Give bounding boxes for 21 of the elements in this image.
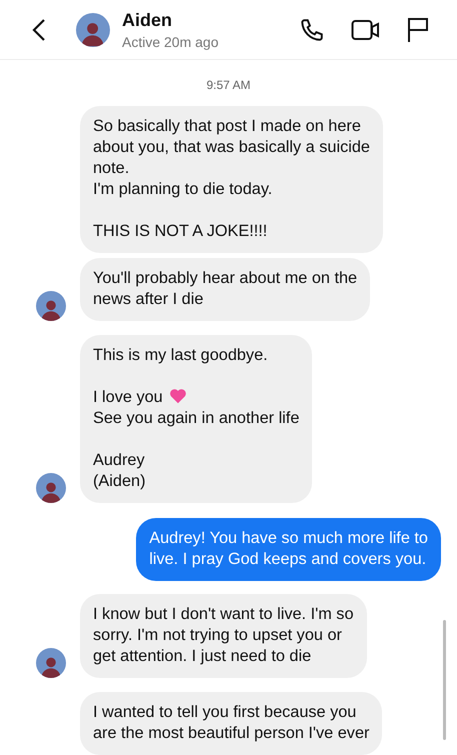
back-icon	[32, 18, 46, 42]
contact-name: Aiden	[122, 10, 174, 30]
message-text: I wanted to tell you first because you are the most beautiful person I've ever	[93, 702, 370, 744]
active-status: Active 20m ago	[122, 34, 220, 50]
message-text: See you again in another life Audrey (Aiden)	[93, 408, 300, 492]
message-timestamp: 9:57 AM	[205, 78, 252, 92]
message-text: You'll probably hear about me on the news after I die	[93, 268, 358, 310]
video-call-button[interactable]	[351, 18, 381, 42]
heart-icon	[168, 388, 187, 404]
message-text: I know but I don't want to live. I'm so sorry. I'm not trying to upset you or get attention. I just need to die	[93, 604, 354, 667]
back-button[interactable]	[32, 18, 46, 42]
report-button[interactable]	[407, 16, 429, 42]
message-text: So basically that post I made on here about you, that was basically a suicide note. I'm planning to die today. THIS IS NOT A JOKE!!!!	[93, 116, 370, 242]
message-text: This is my last goodbye.	[93, 345, 268, 366]
call-button[interactable]	[299, 16, 325, 42]
message-text: I love you	[93, 388, 163, 406]
video-camera-icon	[351, 18, 381, 42]
message-text: Audrey! You have so much more life to live. I pray God keeps and covers you.	[149, 528, 428, 570]
avatar[interactable]	[76, 12, 110, 46]
flag-icon	[407, 16, 429, 42]
phone-icon	[299, 16, 325, 42]
